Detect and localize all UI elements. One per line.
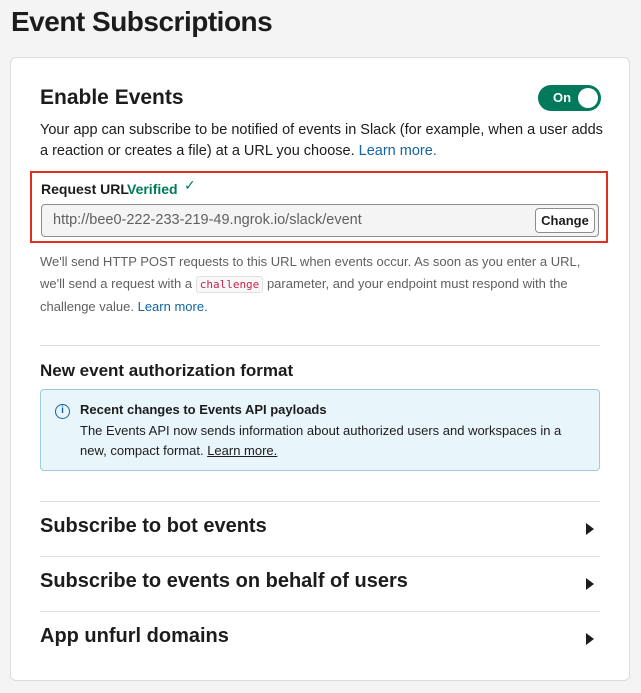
help-learn-more-link[interactable]: Learn more. [138, 299, 208, 314]
expand-arrow-icon [586, 633, 594, 645]
request-url-input[interactable]: http://bee0-222-233-219-49.ngrok.io/slac… [41, 204, 599, 237]
page-title: Event Subscriptions [11, 6, 273, 37]
info-body-text: The Events API now sends information abo… [80, 423, 562, 458]
section-label: Subscribe to events on behalf of users [40, 570, 408, 592]
enable-events-title: Enable Events [40, 86, 184, 109]
request-url-value: http://bee0-222-233-219-49.ngrok.io/slac… [53, 212, 362, 228]
event-subscriptions-card: Enable Events On Your app can subscribe … [10, 57, 630, 681]
request-url-help: We'll send HTTP POST requests to this UR… [40, 251, 600, 318]
info-body: The Events API now sends information abo… [80, 421, 585, 461]
divider [40, 345, 600, 346]
toggle-label: On [553, 90, 572, 105]
challenge-code: challenge [195, 276, 264, 293]
info-learn-more-link[interactable]: Learn more. [207, 443, 277, 458]
enable-events-description: Your app can subscribe to be notified of… [40, 120, 605, 162]
toggle-knob [578, 88, 598, 108]
info-icon: i [55, 404, 70, 419]
expand-arrow-icon [586, 523, 594, 535]
info-banner: i Recent changes to Events API payloads … [40, 389, 600, 471]
verified-status: Verified [127, 181, 178, 197]
learn-more-link[interactable]: Learn more. [359, 143, 437, 159]
section-bot-events[interactable]: Subscribe to bot events [40, 502, 600, 556]
section-user-events[interactable]: Subscribe to events on behalf of users [40, 557, 600, 611]
auth-format-title: New event authorization format [40, 361, 294, 380]
expand-arrow-icon [586, 578, 594, 590]
section-unfurl-domains[interactable]: App unfurl domains [40, 612, 600, 666]
request-url-section: Request URL Verified ✓ http://bee0-222-2… [30, 171, 608, 243]
section-label: App unfurl domains [40, 625, 229, 647]
check-icon: ✓ [184, 177, 196, 193]
enable-events-toggle[interactable]: On [538, 85, 601, 111]
info-heading: Recent changes to Events API payloads [80, 402, 327, 417]
change-button[interactable]: Change [535, 208, 595, 233]
section-label: Subscribe to bot events [40, 515, 267, 537]
description-text: Your app can subscribe to be notified of… [40, 122, 603, 159]
request-url-label: Request URL [41, 181, 129, 197]
